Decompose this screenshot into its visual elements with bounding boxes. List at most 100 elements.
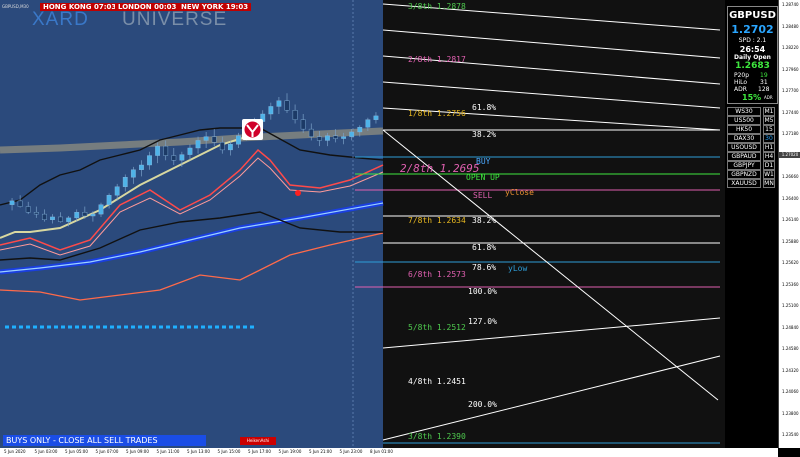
- fib-label-100: 100.0%: [468, 287, 497, 296]
- timeframe-button[interactable]: M1: [763, 107, 775, 116]
- symbol-row-usousd: USOUSD H1: [727, 143, 775, 152]
- time-tick: 5 Jun 2020: [4, 449, 26, 454]
- price-tick: 1.24060: [782, 389, 799, 394]
- price-tick: 1.26660: [782, 174, 799, 179]
- symbol-row-hk50: HK50 15: [727, 125, 775, 134]
- candle-body: [17, 200, 23, 207]
- candle-body: [211, 136, 217, 143]
- info-panel: GBPUSD 1.2702 SPD : 2.1 26:54 Daily Open…: [727, 6, 778, 104]
- time-tick: 5 Jun 23:00: [339, 449, 363, 454]
- price-scale[interactable]: 1.28740 1.28480 1.28220 1.27960 1.27700 1.274…: [778, 0, 800, 448]
- stat-hilo-key: HiLo: [734, 79, 748, 86]
- price-tick: 1.23540: [782, 432, 799, 437]
- candle-body: [349, 131, 355, 137]
- candle-body: [106, 195, 112, 205]
- price-tick: 1.26400: [782, 195, 799, 201]
- time-axis[interactable]: 5 Jun 2020 5 Jun 03:00 5 Jun 05:00 5 Jun 07…: [0, 448, 778, 457]
- timeframe-button[interactable]: D1: [763, 161, 775, 170]
- price-tick: 1.25100: [782, 303, 799, 308]
- adr-sub-label: ADR: [764, 95, 773, 100]
- symbol-row-gbpjpy: GBPJPY D1: [727, 161, 775, 170]
- candle-body: [130, 169, 136, 178]
- price-tick: 1.27960: [782, 66, 799, 72]
- timeframe-button[interactable]: 30: [763, 134, 775, 143]
- candle-body: [365, 119, 371, 128]
- time-tick: 5 Jun 13:00: [187, 449, 210, 454]
- info-symbol: GBPUSD: [729, 10, 776, 21]
- price-tick: 1.28740: [782, 2, 799, 7]
- price-tick: 1.28480: [782, 23, 799, 29]
- candle-body: [236, 135, 241, 145]
- candle-body: [122, 177, 128, 187]
- candle-body: [74, 212, 80, 219]
- candle-body: [66, 217, 72, 222]
- fib-label-127: 127.0%: [468, 317, 497, 326]
- timeframe-button[interactable]: H1: [763, 143, 775, 152]
- candle-body: [219, 142, 225, 151]
- symbol-row-ws30: WS30 M1: [727, 107, 775, 116]
- candle-body: [25, 206, 31, 213]
- candle-body: [300, 119, 306, 130]
- candle-body: [50, 216, 55, 220]
- candle-body: [276, 100, 282, 107]
- fan-line: [382, 29, 721, 59]
- info-spread: SPD : 2.1: [738, 37, 767, 44]
- price-tick: 1.24320: [782, 367, 799, 373]
- symbol-button[interactable]: USOUSD: [727, 143, 761, 152]
- price-tick: 1.25620: [782, 260, 799, 265]
- symbol-switcher: WS30 M1 US500 M5 HK50 15 DAX30 30 USOUSD H1 GBPAUD…: [727, 107, 775, 188]
- timeframe-button[interactable]: H4: [763, 152, 775, 161]
- info-daily-open-label: Daily Open: [734, 54, 771, 61]
- current-price-tag: 1.27020: [779, 152, 800, 158]
- murrey-level-1-8: 1/8th 1.2756: [408, 109, 466, 118]
- window-label: GBPUSD,M30: [2, 4, 29, 9]
- symbol-button[interactable]: GBPNZD: [727, 170, 761, 179]
- sell-signal-label: SELL: [473, 191, 493, 200]
- candle-body: [90, 213, 96, 217]
- symbol-button[interactable]: DAX30: [727, 134, 761, 143]
- time-tick: 5 Jun 03:00: [34, 449, 58, 454]
- time-tick: 5 Jun 19:00: [278, 449, 302, 454]
- symbol-button[interactable]: GBPJPY: [727, 161, 761, 170]
- candle-body: [316, 136, 322, 141]
- symbol-row-dax30: DAX30 30: [727, 134, 775, 143]
- fan-line: [382, 81, 721, 109]
- symbol-button[interactable]: GBPAUD: [727, 152, 761, 161]
- candle-body: [114, 186, 120, 196]
- time-tick: 5 Jun 21:00: [309, 449, 332, 454]
- candle-body: [195, 140, 201, 149]
- symbol-row-us500: US500 M5: [727, 116, 775, 125]
- stat-hilo-value: 31: [760, 79, 768, 86]
- info-price: 1.2702: [731, 23, 774, 36]
- murrey-level-4-8: 4/8th 1.2451: [408, 377, 466, 386]
- symbol-button[interactable]: HK50: [727, 125, 761, 134]
- fib-label-38-2: 38.2%: [472, 216, 497, 225]
- time-tick: 5 Jun 07:00: [95, 449, 119, 454]
- price-tick: 1.27700: [782, 88, 799, 93]
- candle-body: [98, 204, 104, 215]
- fan-line: [382, 355, 721, 441]
- lower-channel: [0, 211, 383, 261]
- price-tick: 1.26140: [782, 217, 799, 222]
- candle-body: [187, 147, 193, 155]
- heiken-ashi-button[interactable]: HeikenAshi: [240, 437, 276, 445]
- candle-body: [33, 212, 39, 215]
- timeframe-button[interactable]: 15: [763, 125, 775, 134]
- symbol-row-gbpaud: GBPAUD H4: [727, 152, 775, 161]
- timeframe-button[interactable]: MN: [763, 179, 775, 188]
- time-tick: 5 Jun 17:00: [248, 449, 271, 454]
- candle-body: [308, 128, 314, 137]
- sell-dot-marker: [295, 190, 301, 196]
- fib-label-200: 200.0%: [468, 400, 497, 409]
- info-daily-open: 1.2683: [735, 61, 770, 71]
- timeframe-button[interactable]: W1: [763, 170, 775, 179]
- murrey-level-5-8: 5/8th 1.2512: [408, 323, 466, 332]
- timeframe-button[interactable]: M5: [763, 116, 775, 125]
- symbol-button[interactable]: US500: [727, 116, 761, 125]
- candle-body: [82, 212, 88, 217]
- fib-label-61-8: 61.8%: [472, 243, 497, 252]
- symbol-button[interactable]: XAUUSD: [727, 179, 761, 188]
- candle-body: [171, 155, 177, 161]
- symbol-button[interactable]: WS30: [727, 107, 761, 116]
- brand-universe: UNIVERSE: [122, 9, 228, 30]
